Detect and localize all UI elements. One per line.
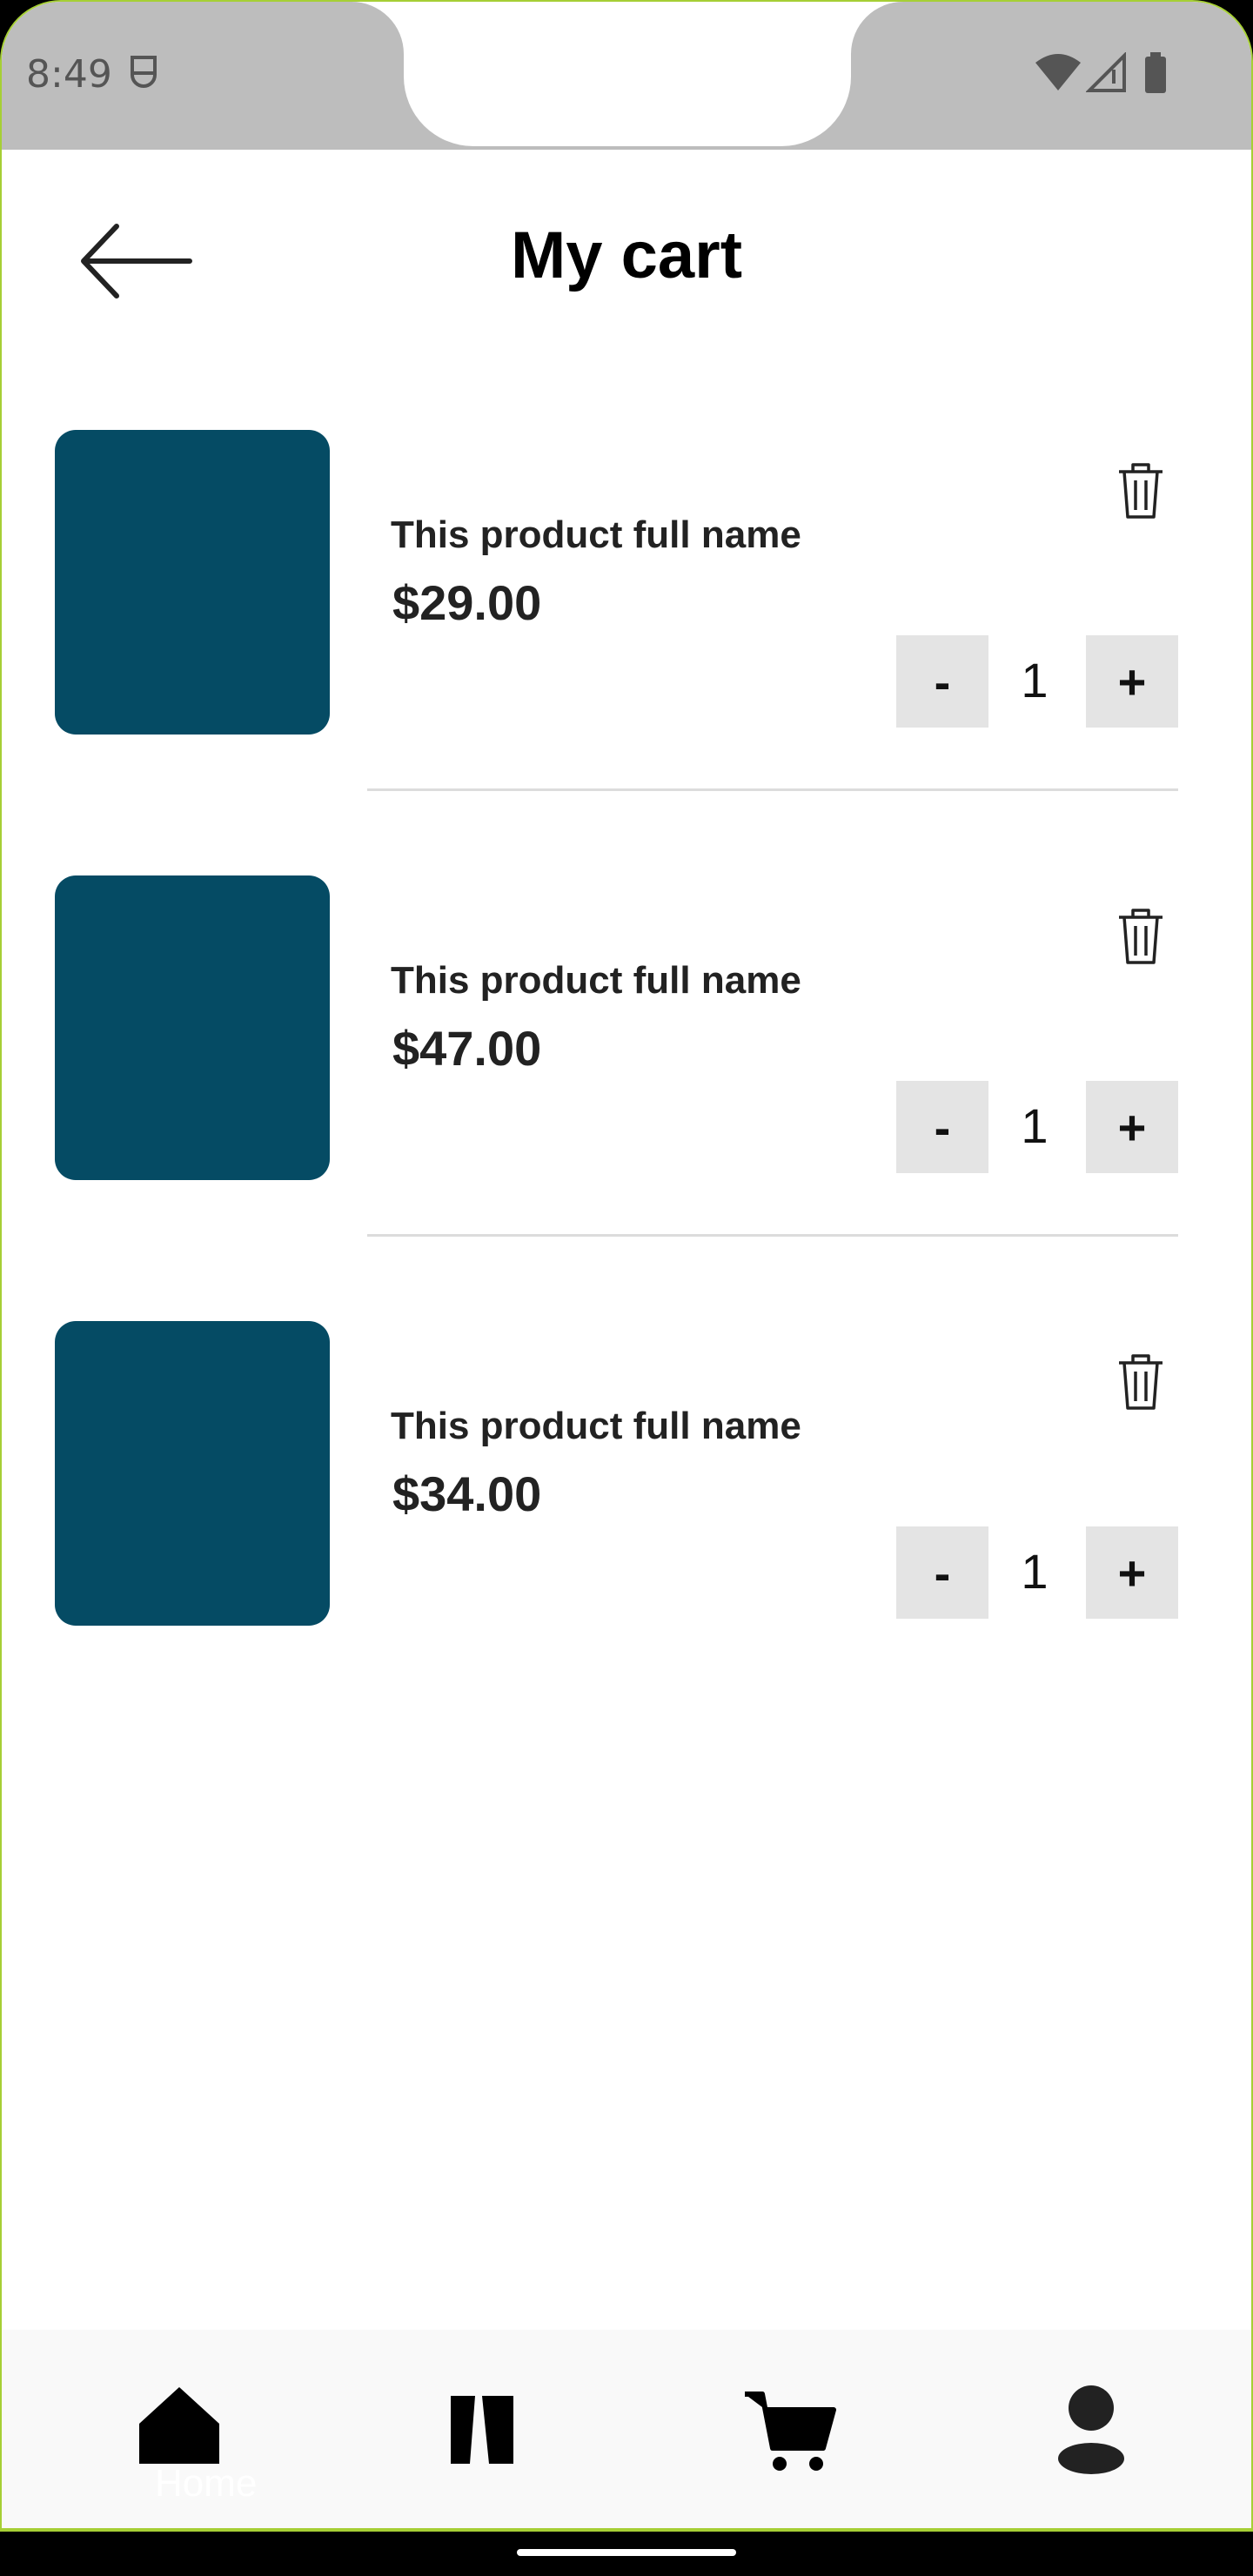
- delete-icon[interactable]: [1116, 907, 1166, 968]
- cart-item: This product full name $47.00 - 1 +: [2, 875, 1251, 1241]
- notification-icon: [131, 56, 157, 88]
- battery-icon: [1145, 52, 1166, 93]
- item-divider: [367, 1234, 1178, 1237]
- delete-icon[interactable]: [1116, 1352, 1166, 1413]
- cart-item: This product full name $34.00 - 1 +: [2, 1321, 1251, 1687]
- nav-home-label[interactable]: Home: [155, 2462, 257, 2506]
- delete-icon[interactable]: [1116, 461, 1166, 522]
- item-divider: [367, 788, 1178, 791]
- profile-icon[interactable]: [1039, 2380, 1143, 2476]
- decrease-quantity-button[interactable]: -: [896, 1081, 988, 1173]
- product-thumbnail[interactable]: [55, 875, 330, 1180]
- increase-quantity-button[interactable]: +: [1086, 1526, 1178, 1619]
- wifi-icon: [1035, 54, 1081, 91]
- product-price: $47.00: [392, 1021, 542, 1076]
- categories-icon[interactable]: [430, 2380, 534, 2476]
- quantity-value: 1: [1021, 653, 1049, 708]
- product-thumbnail[interactable]: [55, 1321, 330, 1626]
- cart-icon[interactable]: [740, 2380, 844, 2476]
- product-name: This product full name: [391, 513, 801, 556]
- product-name: This product full name: [391, 1405, 801, 1447]
- decrease-quantity-button[interactable]: -: [896, 635, 988, 728]
- page-title: My cart: [510, 218, 743, 292]
- signal-icon: [1086, 52, 1126, 92]
- main-content: My cart This product full name $29.00 - …: [2, 150, 1251, 2330]
- app-frame: 8:49 My cart This product full name $29.…: [0, 0, 1253, 2532]
- decrease-quantity-button[interactable]: -: [896, 1526, 988, 1619]
- quantity-value: 1: [1021, 1098, 1049, 1153]
- product-price: $34.00: [392, 1466, 542, 1521]
- product-name: This product full name: [391, 959, 801, 1002]
- camera-notch: [404, 2, 851, 146]
- cart-item: This product full name $29.00 - 1 +: [2, 430, 1251, 795]
- product-price: $29.00: [392, 575, 542, 630]
- status-time: 8:49: [26, 52, 112, 97]
- quantity-value: 1: [1021, 1544, 1049, 1599]
- increase-quantity-button[interactable]: +: [1086, 635, 1178, 728]
- gesture-handle: [517, 2549, 736, 2556]
- increase-quantity-button[interactable]: +: [1086, 1081, 1178, 1173]
- product-thumbnail[interactable]: [55, 430, 330, 735]
- bottom-navigation: Home: [2, 2330, 1251, 2528]
